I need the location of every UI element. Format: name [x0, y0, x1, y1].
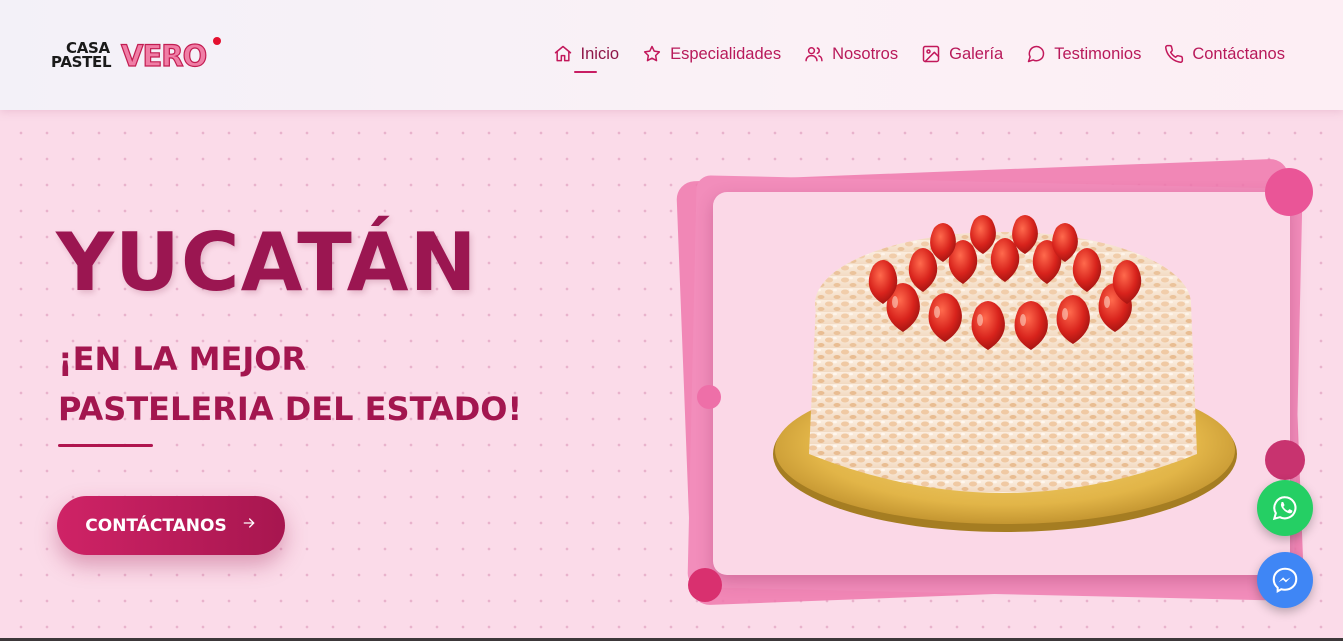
hero-subtitle-line1: ¡EN LA MEJOR	[58, 340, 307, 378]
nav-item-contactanos[interactable]: Contáctanos	[1164, 44, 1285, 64]
deco-dot	[688, 568, 722, 602]
phone-icon	[1164, 44, 1184, 64]
hero-subtitle: ¡EN LA MEJOR PASTELERIA DEL ESTADO!	[58, 334, 578, 434]
arrow-right-icon	[241, 515, 257, 536]
nav-label: Galería	[949, 44, 1004, 63]
messenger-button[interactable]	[1257, 552, 1313, 608]
nav-label: Inicio	[580, 44, 620, 63]
deco-dot	[1265, 440, 1305, 480]
site-header: CASA PASTEL VERO Inicio Especialidades N…	[0, 0, 1343, 110]
whatsapp-icon	[1272, 496, 1297, 521]
image-icon	[921, 44, 941, 64]
cake-image	[773, 215, 1237, 532]
cta-label: CONTÁCTANOS	[85, 515, 227, 536]
nav-item-galeria[interactable]: Galería	[921, 44, 1003, 64]
logo-pastel-text: PASTEL	[51, 53, 112, 71]
star-icon	[642, 44, 662, 64]
hero-title: YUCATÁN	[56, 216, 478, 309]
nav-item-especialidades[interactable]: Especialidades	[642, 44, 781, 64]
nav-item-testimonios[interactable]: Testimonios	[1026, 44, 1141, 64]
cake-image-card	[713, 192, 1290, 575]
users-icon	[804, 44, 824, 64]
home-icon	[553, 44, 573, 64]
logo-vero-text: VERO	[120, 38, 207, 73]
main-nav: Inicio Especialidades Nosotros Galería T…	[553, 44, 1285, 73]
deco-dot	[1265, 168, 1313, 216]
cherry-icon	[213, 37, 221, 45]
logo[interactable]: CASA PASTEL VERO	[50, 36, 225, 76]
chat-icon	[1026, 44, 1046, 64]
nav-label: Contáctanos	[1192, 44, 1285, 63]
nav-item-nosotros[interactable]: Nosotros	[804, 44, 898, 64]
deco-dot	[697, 385, 721, 409]
nav-item-inicio[interactable]: Inicio	[553, 44, 620, 73]
hero-section: YUCATÁN ¡EN LA MEJOR PASTELERIA DEL ESTA…	[0, 110, 1343, 641]
hero-divider	[58, 444, 153, 447]
nav-label: Testimonios	[1054, 44, 1142, 63]
nav-label: Nosotros	[832, 44, 899, 63]
messenger-icon	[1272, 567, 1298, 593]
nav-label: Especialidades	[670, 44, 782, 63]
contact-cta-button[interactable]: CONTÁCTANOS	[57, 496, 285, 555]
whatsapp-button[interactable]	[1257, 480, 1313, 536]
hero-subtitle-line2: PASTELERIA DEL ESTADO!	[58, 390, 523, 428]
